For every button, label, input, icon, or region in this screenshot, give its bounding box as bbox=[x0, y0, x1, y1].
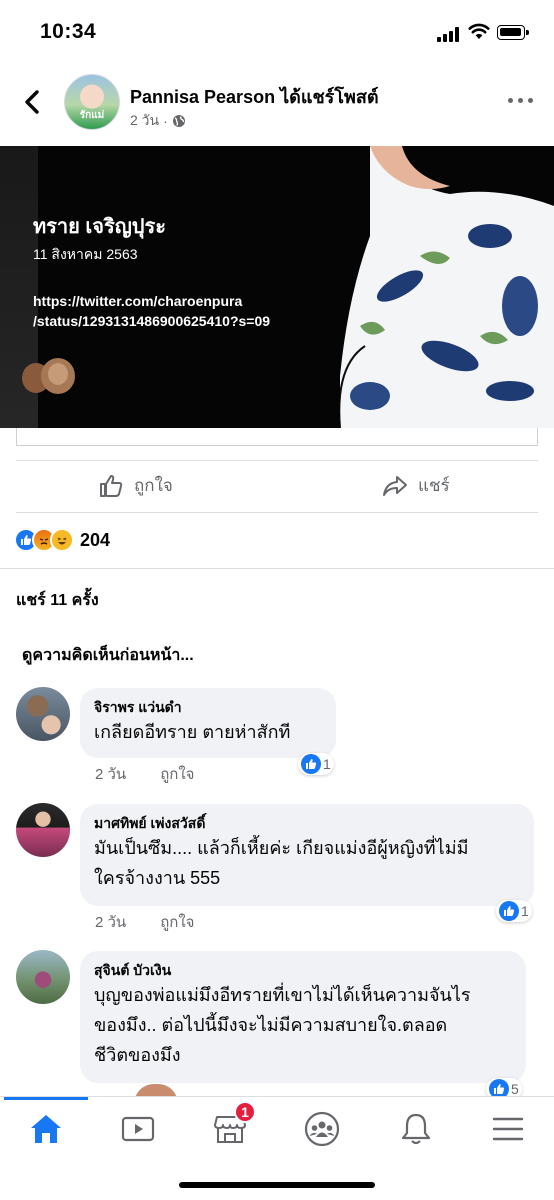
link-card-bottom bbox=[16, 428, 538, 446]
comment-bubble: มาศทิพย์ เพ่งสวัสดิ์ มันเป็นซึม.... แล้ว… bbox=[80, 804, 534, 906]
person-photo bbox=[340, 146, 554, 428]
comment-text-line: มันเป็นซึม.... แล้วก็เหี้ยค่ะ เกียจแม่งอ… bbox=[94, 838, 469, 858]
like-count: 1 bbox=[323, 756, 331, 772]
like-reaction-icon bbox=[301, 754, 321, 774]
hamburger-menu-icon bbox=[492, 1117, 524, 1141]
tab-groups[interactable] bbox=[300, 1107, 344, 1151]
comment-like-count[interactable]: 1 bbox=[298, 753, 334, 775]
page-logo-icon bbox=[22, 358, 75, 394]
section-divider bbox=[0, 568, 554, 569]
tab-notifications[interactable] bbox=[394, 1107, 438, 1151]
marketplace-badge: 1 bbox=[234, 1101, 256, 1123]
image-url-text: https://twitter.com/charoenpura /status/… bbox=[33, 291, 270, 331]
like-count: 5 bbox=[511, 1081, 519, 1097]
wifi-icon bbox=[468, 23, 490, 39]
post-action-text: ได้แชร์โพสต์ bbox=[280, 87, 379, 107]
video-icon bbox=[121, 1116, 155, 1142]
image-name-text: ทราย เจริญปุระ bbox=[33, 216, 166, 238]
share-count[interactable]: แชร์ 11 ครั้ง bbox=[16, 588, 99, 613]
comment-bubble: สุจินต์ บัวเงิน บุญของพ่อแม่มึงอีทรายที่… bbox=[80, 951, 526, 1083]
thumbs-up-icon bbox=[100, 474, 123, 497]
comment-like-count[interactable]: 1 bbox=[496, 900, 532, 922]
poster-name[interactable]: Pannisa Pearson bbox=[130, 87, 275, 107]
reaction-count: 204 bbox=[80, 529, 111, 550]
commenter-name[interactable]: มาศทิพย์ เพ่งสวัสดิ์ bbox=[94, 813, 520, 833]
commenter-avatar[interactable] bbox=[16, 803, 70, 857]
commenter-avatar[interactable] bbox=[16, 687, 70, 741]
tab-marketplace[interactable]: 1 bbox=[208, 1101, 256, 1151]
like-label: ถูกใจ bbox=[134, 476, 173, 495]
post-action-bar: ถูกใจ แชร์ bbox=[0, 460, 554, 512]
comment-meta: 2 วัน ถูกใจ bbox=[95, 910, 194, 934]
shared-image[interactable]: ทราย เจริญปุระ 11 สิงหาคม 2563 https://t… bbox=[0, 146, 554, 428]
home-icon bbox=[31, 1115, 61, 1143]
comment-like-button[interactable]: ถูกใจ bbox=[160, 762, 194, 786]
battery-icon bbox=[497, 25, 529, 41]
image-url-line-2: /status/1293131486900625410?s=09 bbox=[33, 313, 271, 329]
tab-watch[interactable] bbox=[116, 1107, 160, 1151]
share-arrow-icon bbox=[383, 475, 407, 496]
back-button[interactable] bbox=[18, 86, 48, 118]
comment-text: เกลียดอีทราย ตายห่าสักที bbox=[94, 722, 291, 742]
comment-text-line: บุญของพ่อแม่มึงอีทรายที่เขาไม่ได้เห็นควา… bbox=[94, 985, 471, 1005]
comment-time[interactable]: 2 วัน bbox=[95, 910, 126, 934]
commenter-avatar[interactable] bbox=[16, 950, 70, 1004]
comment-bubble: จิราพร แว่นดำ เกลียดอีทราย ตายห่าสักที bbox=[80, 688, 336, 758]
cellular-signal-icon bbox=[437, 26, 461, 42]
tab-menu[interactable] bbox=[486, 1107, 530, 1151]
status-bar: 10:34 bbox=[0, 0, 554, 62]
globe-icon bbox=[172, 115, 185, 127]
meta-separator: · bbox=[163, 113, 168, 129]
commenter-name[interactable]: สุจินต์ บัวเงิน bbox=[94, 960, 512, 980]
more-options-button[interactable] bbox=[508, 96, 534, 106]
image-url-line-1: https://twitter.com/charoenpura bbox=[33, 293, 243, 309]
poster-line: Pannisa Pearson ได้แชร์โพสต์ bbox=[130, 82, 379, 111]
comment-meta: 2 วัน ถูกใจ bbox=[95, 762, 194, 786]
comment-text-line: ชีวิตของมึง bbox=[94, 1045, 181, 1065]
bell-icon bbox=[401, 1113, 431, 1145]
avatar-badge-text: รักแม่ bbox=[79, 110, 105, 121]
like-reaction-icon bbox=[499, 901, 519, 921]
divider bbox=[16, 512, 538, 513]
comment-time[interactable]: 2 วัน bbox=[95, 762, 126, 786]
comment-text-line: ของมึง.. ต่อไปนี้มึงจะไม่มีความสบายใจ.ตล… bbox=[94, 1015, 448, 1035]
post-meta: 2 วัน · bbox=[130, 110, 186, 132]
view-previous-comments-link[interactable]: ดูความคิดเห็นก่อนหน้า... bbox=[22, 643, 194, 668]
post-time[interactable]: 2 วัน bbox=[130, 110, 159, 132]
groups-icon bbox=[304, 1111, 340, 1147]
reactions-summary[interactable]: 204 bbox=[14, 526, 110, 554]
comment-like-button[interactable]: ถูกใจ bbox=[160, 910, 194, 934]
share-button[interactable]: แชร์ bbox=[382, 472, 450, 499]
commenter-name[interactable]: จิราพร แว่นดำ bbox=[94, 697, 322, 717]
image-date-text: 11 สิงหาคม 2563 bbox=[33, 246, 138, 262]
share-label: แชร์ bbox=[418, 476, 450, 495]
active-tab-indicator bbox=[4, 1097, 88, 1100]
haha-reaction-icon bbox=[50, 528, 74, 552]
like-button[interactable]: ถูกใจ bbox=[98, 472, 173, 499]
tab-home[interactable] bbox=[24, 1107, 68, 1151]
post-header: รักแม่ Pannisa Pearson ได้แชร์โพสต์ 2 วั… bbox=[0, 62, 554, 146]
home-indicator[interactable] bbox=[179, 1182, 375, 1188]
comment-text-line: ใครจ้างงาน 555 bbox=[94, 868, 221, 888]
poster-avatar[interactable]: รักแม่ bbox=[64, 74, 120, 130]
status-time: 10:34 bbox=[40, 20, 97, 43]
like-count: 1 bbox=[521, 903, 529, 919]
